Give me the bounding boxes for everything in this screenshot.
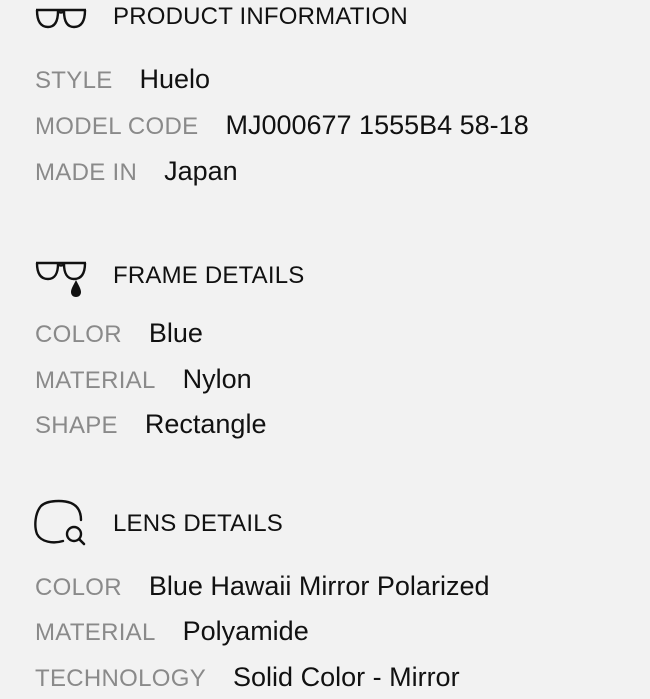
model-code-value: MJ000677 1555B4 58-18 <box>225 110 529 140</box>
frame-color-value: Blue <box>148 318 203 348</box>
frame-details-header: FRAME DETAILS <box>33 254 305 298</box>
made-in-label: MADE IN <box>35 159 138 186</box>
frame-color-drop-icon <box>33 254 89 298</box>
lens-details-title: LENS DETAILS <box>113 510 284 537</box>
model-code-label: MODEL CODE <box>35 113 199 140</box>
lens-material-value: Polyamide <box>182 616 309 646</box>
lens-color-value: Blue Hawaii Mirror Polarized <box>148 571 490 601</box>
product-information-title: PRODUCT INFORMATION <box>113 3 408 30</box>
product-information-header: PRODUCT INFORMATION <box>33 0 408 34</box>
made-in-row: MADE IN Japan <box>35 158 238 185</box>
frame-material-label: MATERIAL <box>35 367 156 394</box>
frame-shape-value: Rectangle <box>144 409 267 439</box>
made-in-value: Japan <box>164 156 238 186</box>
lens-color-label: COLOR <box>35 574 122 601</box>
lens-color-row: COLOR Blue Hawaii Mirror Polarized <box>35 573 489 600</box>
lens-technology-row: TECHNOLOGY Solid Color - Mirror <box>35 664 460 691</box>
lens-technology-label: TECHNOLOGY <box>35 665 207 692</box>
lens-magnifier-icon <box>33 498 89 550</box>
model-code-row: MODEL CODE MJ000677 1555B4 58-18 <box>35 112 529 139</box>
lens-material-label: MATERIAL <box>35 619 156 646</box>
frame-shape-row: SHAPE Rectangle <box>35 411 266 438</box>
lens-technology-value: Solid Color - Mirror <box>233 662 460 692</box>
frame-shape-label: SHAPE <box>35 412 118 439</box>
lens-material-row: MATERIAL Polyamide <box>35 618 309 645</box>
style-value: Huelo <box>139 64 211 94</box>
frame-material-row: MATERIAL Nylon <box>35 366 252 393</box>
style-label: STYLE <box>35 67 113 94</box>
frame-color-label: COLOR <box>35 321 122 348</box>
lens-details-header: LENS DETAILS <box>33 498 283 550</box>
frame-material-value: Nylon <box>182 364 252 394</box>
sunglasses-icon <box>33 0 89 34</box>
frame-color-row: COLOR Blue <box>35 320 203 347</box>
frame-details-title: FRAME DETAILS <box>113 262 305 289</box>
style-row: STYLE Huelo <box>35 66 210 93</box>
